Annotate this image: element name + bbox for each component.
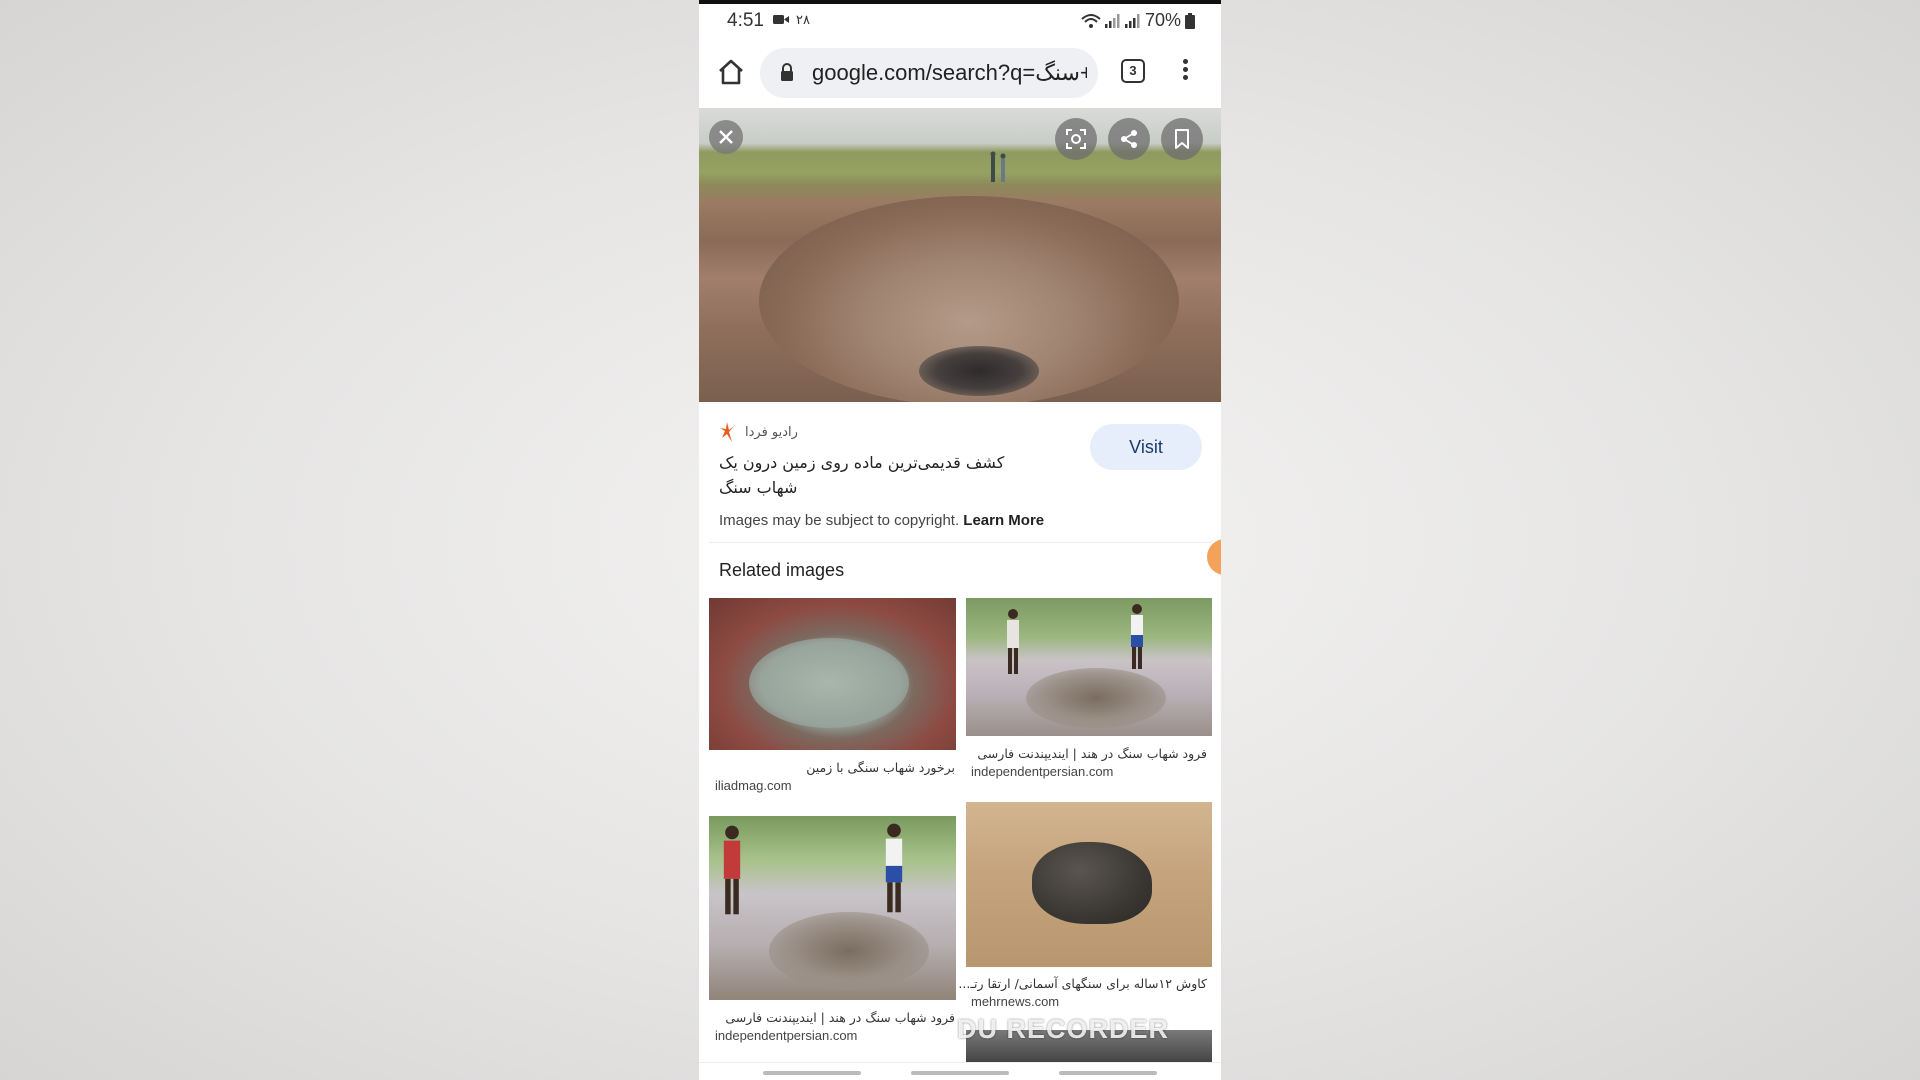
related-image-3[interactable]: [709, 816, 956, 1000]
status-right: 70%: [1081, 10, 1195, 31]
lock-icon: [781, 63, 793, 81]
person-figure: [723, 825, 741, 915]
close-icon: [719, 130, 733, 144]
address-bar[interactable]: google.com/search?q=شهاب+سنگ: [760, 48, 1098, 98]
related-image-2[interactable]: [966, 598, 1212, 736]
learn-more-link[interactable]: Learn More: [963, 512, 1044, 529]
divider: [709, 542, 1211, 543]
floating-edge-handle[interactable]: [1207, 539, 1221, 575]
related-image-4[interactable]: [966, 802, 1212, 967]
result-source[interactable]: رادیو فردا: [719, 420, 798, 444]
wifi-icon: [1081, 13, 1101, 28]
phone-screen: 4:51 ۲۸ 70% google.com/search?q= سنگ 3 ر…: [699, 0, 1221, 1080]
lens-button[interactable]: [1055, 118, 1097, 160]
nav-pill-right[interactable]: [1059, 1071, 1157, 1075]
watermark-text: DU RECORDER: [957, 1014, 1170, 1044]
preview-image: [699, 108, 1221, 402]
mud-crater: [1026, 668, 1166, 728]
related-title-1[interactable]: برخورد شهاب سنگی با زمین: [715, 760, 955, 775]
related-title-2[interactable]: فرود شهاب سنگ در هند | ایندیپندنت فارسی: [971, 746, 1207, 761]
status-bar: 4:51 ۲۸ 70%: [699, 4, 1221, 38]
related-domain-1: iliadmag.com: [715, 778, 792, 793]
bookmark-button[interactable]: [1161, 118, 1203, 160]
gesture-nav-bar: [699, 1062, 1221, 1080]
overflow-menu-icon[interactable]: [1179, 56, 1191, 88]
related-title-3[interactable]: فرود شهاب سنگ در هند | ایندیپندنت فارسی: [715, 1010, 955, 1025]
close-preview-button[interactable]: [709, 120, 743, 154]
battery-percent: 70%: [1144, 10, 1181, 30]
copyright-notice: Images may be subject to copyright. Lear…: [719, 512, 1044, 529]
status-time: 4:51: [727, 10, 764, 31]
video-camera-icon: [773, 15, 789, 24]
mud-crater: [769, 912, 929, 990]
related-domain-2: independentpersian.com: [971, 764, 1114, 779]
related-domain-4: mehrnews.com: [971, 994, 1060, 1009]
copyright-text: Images may be subject to copyright.: [719, 512, 960, 529]
tab-switcher-button[interactable]: 3: [1121, 59, 1145, 83]
person-figure: [885, 823, 903, 913]
recorder-watermark: DU RECORDER: [957, 1014, 1169, 1045]
related-image-1[interactable]: [709, 598, 956, 750]
people-figures: [990, 151, 1006, 182]
water-pool: [749, 638, 909, 728]
meteorite-rock: [1032, 842, 1152, 924]
source-name: رادیو فردا: [745, 424, 798, 440]
related-title-4[interactable]: کاوش ۱۲ساله برای سنگهای آسمانی/ ارتقا رت…: [958, 976, 1207, 991]
nav-pill-center[interactable]: [911, 1071, 1009, 1075]
signal-icon: [1104, 13, 1120, 28]
url-text: google.com/search?q=شهاب+سنگ: [812, 60, 1087, 85]
battery-icon: [1185, 12, 1195, 29]
signal-icon-2: [1124, 13, 1140, 28]
person-figure: [1131, 604, 1143, 669]
radio-farda-logo-icon: [720, 422, 734, 442]
person-figure: [1007, 609, 1019, 674]
share-icon: [1121, 130, 1137, 148]
crater-center: [919, 346, 1039, 396]
related-domain-3: independentpersian.com: [715, 1028, 858, 1043]
status-date: ۲۸: [796, 12, 810, 27]
nav-pill-left[interactable]: [763, 1071, 861, 1075]
share-button[interactable]: [1108, 118, 1150, 160]
result-title[interactable]: کشف قدیمی‌ترین ماده روی زمین درون یک شها…: [719, 450, 1049, 500]
related-images-heading: Related images: [719, 560, 845, 580]
browser-toolbar: google.com/search?q=شهاب+سنگ 3: [699, 38, 1221, 108]
home-icon[interactable]: [715, 56, 747, 88]
bookmark-icon: [1175, 129, 1189, 149]
visit-button[interactable]: Visit: [1090, 424, 1202, 470]
lens-icon: [1066, 129, 1086, 149]
